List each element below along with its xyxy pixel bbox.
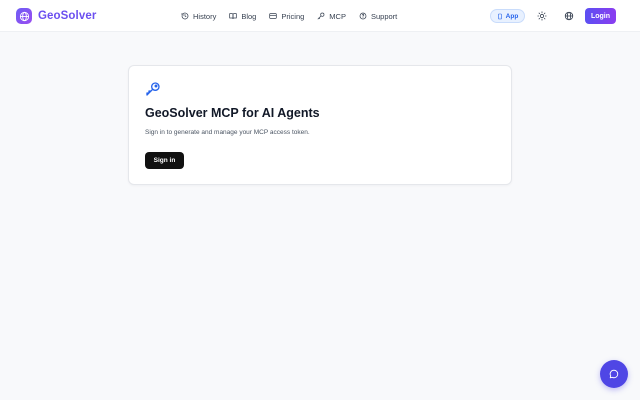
phone-icon (497, 13, 502, 19)
nav-item-blog[interactable]: Blog (229, 12, 256, 21)
mcp-signin-card: GeoSolver MCP for AI Agents Sign in to g… (128, 65, 512, 185)
nav-item-history[interactable]: History (181, 12, 216, 21)
chat-button[interactable] (600, 360, 628, 388)
nav-item-mcp[interactable]: MCP (317, 12, 346, 21)
sun-icon (537, 11, 547, 21)
nav-item-label: Support (370, 11, 398, 21)
nav-item-pricing[interactable]: Pricing (269, 12, 304, 21)
login-button[interactable]: Login (585, 8, 616, 24)
app-button[interactable]: App (490, 9, 525, 23)
help-circle-icon (359, 12, 367, 20)
top-navigation-bar: GeoSolver History Blog Pricing MCP Suppo… (0, 0, 640, 32)
history-icon (181, 12, 189, 20)
nav-item-label: History (193, 11, 217, 21)
nav-item-label: MCP (329, 11, 346, 21)
card-icon (269, 13, 278, 19)
book-icon (229, 13, 238, 20)
brand-name: GeoSolver (38, 10, 97, 22)
card-title: GeoSolver MCP for AI Agents (145, 106, 320, 120)
globe-icon (16, 8, 32, 24)
app-button-label: App (505, 12, 519, 20)
nav-item-label: Pricing (281, 11, 305, 21)
theme-toggle-button[interactable] (536, 10, 548, 22)
key-icon (145, 81, 161, 102)
globe-icon (564, 11, 574, 21)
main-nav: History Blog Pricing MCP Support (181, 10, 410, 22)
sign-in-button[interactable]: Sign in (145, 152, 184, 169)
key-icon (317, 12, 325, 20)
brand[interactable]: GeoSolver (16, 8, 96, 24)
language-button[interactable] (563, 10, 575, 22)
nav-item-support[interactable]: Support (359, 12, 397, 21)
chat-bubble-icon (609, 369, 619, 379)
nav-item-label: Blog (241, 11, 257, 21)
card-description: Sign in to generate and manage your MCP … (145, 129, 310, 136)
